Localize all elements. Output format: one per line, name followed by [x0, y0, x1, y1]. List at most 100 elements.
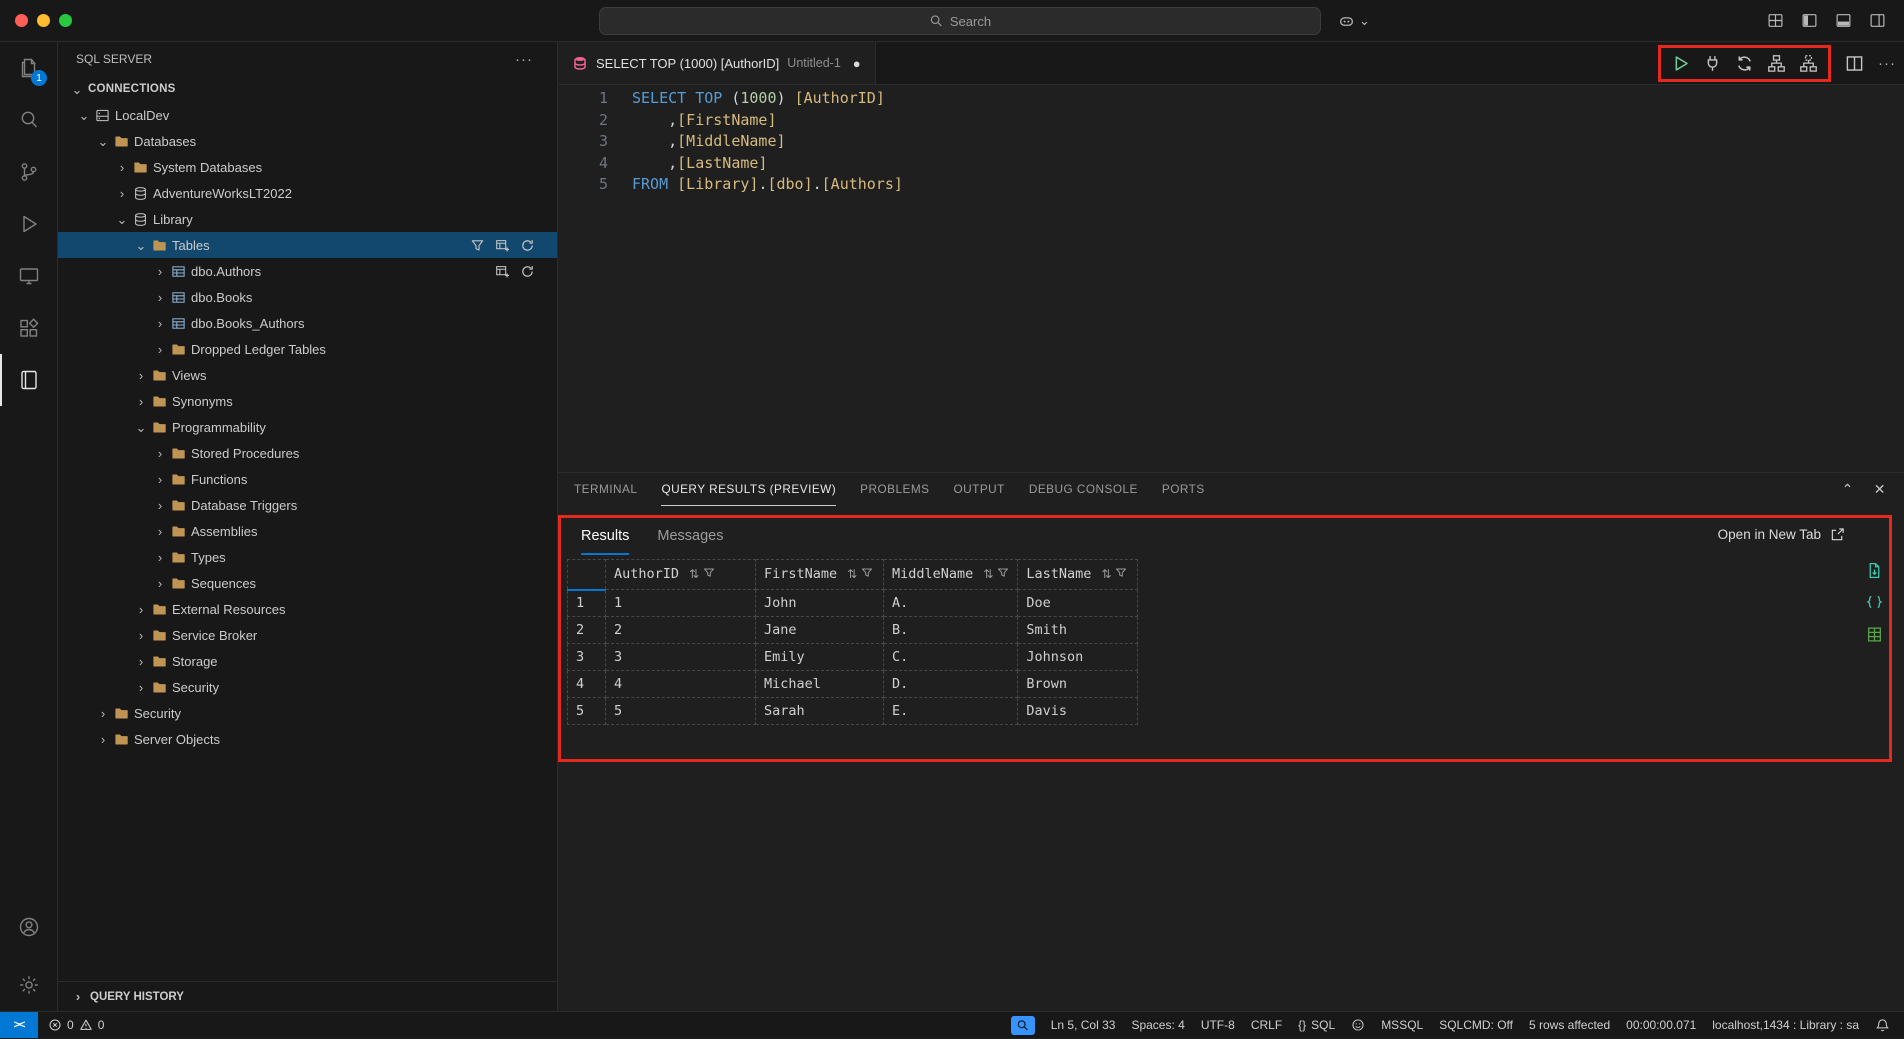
encoding-status[interactable]: UTF-8 — [1201, 1018, 1235, 1032]
result-cell[interactable]: Brown — [1018, 671, 1138, 698]
column-header-lastname[interactable]: LastName⇅ — [1018, 560, 1138, 590]
activity-explorer[interactable]: 1 — [0, 42, 57, 94]
filter-icon[interactable] — [997, 567, 1009, 583]
eol-status[interactable]: CRLF — [1251, 1018, 1282, 1032]
result-cell[interactable]: Sarah — [756, 698, 884, 725]
mssql-status[interactable]: MSSQL — [1381, 1018, 1423, 1032]
result-cell[interactable]: 2 — [606, 617, 756, 644]
chevron-right-icon[interactable]: › — [152, 291, 168, 304]
open-in-new-tab-button[interactable]: Open in New Tab — [1718, 527, 1845, 542]
magnifier-status-button[interactable] — [1011, 1016, 1035, 1035]
activity-settings[interactable] — [0, 959, 57, 1011]
toggle-sidebar-icon[interactable] — [1801, 12, 1818, 29]
chevron-right-icon[interactable]: › — [114, 187, 130, 200]
chevron-right-icon[interactable]: › — [152, 317, 168, 330]
tree-item-stored-procedures[interactable]: ›Stored Procedures — [58, 440, 557, 466]
chevron-right-icon[interactable]: › — [133, 629, 149, 642]
tree-item-localdev[interactable]: ⌄LocalDev — [58, 102, 557, 128]
result-cell[interactable]: Jane — [756, 617, 884, 644]
chevron-right-icon[interactable]: › — [95, 733, 111, 746]
chevron-down-icon[interactable]: ⌄ — [133, 239, 149, 252]
more-actions-icon[interactable]: ··· — [515, 51, 533, 68]
connections-section-header[interactable]: ⌄ CONNECTIONS — [58, 76, 557, 102]
result-cell[interactable]: 5 — [606, 698, 756, 725]
chevron-right-icon[interactable]: › — [152, 473, 168, 486]
result-row[interactable]: 11JohnA.Doe — [568, 590, 1138, 617]
connection-status[interactable]: localhost,1434 : Library : sa — [1712, 1018, 1859, 1032]
toggle-secondary-sidebar-icon[interactable] — [1869, 12, 1886, 29]
chevron-right-icon[interactable]: › — [152, 525, 168, 538]
tree-item-dropped-ledger-tables[interactable]: ›Dropped Ledger Tables — [58, 336, 557, 362]
column-header-middlename[interactable]: MiddleName⇅ — [884, 560, 1018, 590]
row-number-cell[interactable]: 3 — [568, 644, 606, 671]
copilot-button[interactable]: ⌄ — [1338, 12, 1370, 29]
activity-accounts[interactable] — [0, 901, 57, 953]
chevron-down-icon[interactable]: ⌄ — [95, 135, 111, 148]
save-as-json-button[interactable] — [1866, 594, 1883, 611]
tree-item-system-databases[interactable]: ›System Databases — [58, 154, 557, 180]
tree-item-server-objects[interactable]: ›Server Objects — [58, 726, 557, 752]
grid-corner-cell[interactable] — [568, 560, 606, 590]
split-editor-button[interactable] — [1845, 54, 1864, 73]
editor-tab-untitled-1[interactable]: SELECT TOP (1000) [AuthorID] Untitled-1 … — [558, 42, 876, 84]
remote-indicator[interactable]: >< — [0, 1012, 38, 1038]
actual-plan-button[interactable] — [1799, 54, 1818, 73]
result-cell[interactable]: E. — [884, 698, 1018, 725]
row-number-cell[interactable]: 5 — [568, 698, 606, 725]
result-cell[interactable]: 4 — [606, 671, 756, 698]
change-connection-button[interactable] — [1735, 54, 1754, 73]
refresh-icon[interactable] — [520, 264, 535, 279]
command-center-search[interactable]: Search — [599, 7, 1321, 35]
tree-item-dbo-authors[interactable]: ›dbo.Authors — [58, 258, 557, 284]
result-cell[interactable]: Davis — [1018, 698, 1138, 725]
result-cell[interactable]: Emily — [756, 644, 884, 671]
tree-item-types[interactable]: ›Types — [58, 544, 557, 570]
chevron-right-icon[interactable]: › — [152, 499, 168, 512]
chevron-right-icon[interactable]: › — [152, 343, 168, 356]
activity-sql-server[interactable] — [0, 354, 57, 406]
sort-icon[interactable]: ⇅ — [983, 567, 993, 581]
notifications-bell[interactable] — [1875, 1018, 1890, 1033]
tree-item-views[interactable]: ›Views — [58, 362, 557, 388]
tree-item-security[interactable]: ›Security — [58, 674, 557, 700]
chevron-down-icon[interactable]: ⌄ — [76, 109, 92, 122]
result-cell[interactable]: Smith — [1018, 617, 1138, 644]
activity-source-control[interactable] — [0, 146, 57, 198]
run-query-button[interactable] — [1671, 54, 1690, 73]
chevron-right-icon[interactable]: › — [95, 707, 111, 720]
chevron-right-icon[interactable]: › — [152, 577, 168, 590]
modified-dot-icon[interactable]: ● — [853, 56, 861, 71]
tree-item-tables[interactable]: ⌄Tables — [58, 232, 557, 258]
tree-item-assemblies[interactable]: ›Assemblies — [58, 518, 557, 544]
results-tab-messages[interactable]: Messages — [657, 518, 723, 555]
tree-item-dbo-books-authors[interactable]: ›dbo.Books_Authors — [58, 310, 557, 336]
row-number-cell[interactable]: 2 — [568, 617, 606, 644]
minimize-window-button[interactable] — [37, 14, 50, 27]
code-editor[interactable]: 12345 SELECT TOP (1000) [AuthorID] ,[Fir… — [558, 85, 1904, 472]
panel-tab-terminal[interactable]: TERMINAL — [574, 473, 637, 506]
language-mode-status[interactable]: {} SQL — [1298, 1018, 1335, 1032]
refresh-icon[interactable] — [520, 238, 535, 253]
result-cell[interactable]: D. — [884, 671, 1018, 698]
save-as-csv-button[interactable] — [1866, 562, 1883, 579]
filter-icon[interactable] — [1115, 567, 1127, 583]
result-row[interactable]: 55SarahE.Davis — [568, 698, 1138, 725]
tree-item-databases[interactable]: ⌄Databases — [58, 128, 557, 154]
tree-item-adventureworkslt2022[interactable]: ›AdventureWorksLT2022 — [58, 180, 557, 206]
filter-icon[interactable] — [470, 238, 485, 253]
chevron-right-icon[interactable]: › — [114, 161, 130, 174]
tree-item-sequences[interactable]: ›Sequences — [58, 570, 557, 596]
result-cell[interactable]: Johnson — [1018, 644, 1138, 671]
panel-tab-problems[interactable]: PROBLEMS — [860, 473, 929, 506]
tree-item-security[interactable]: ›Security — [58, 700, 557, 726]
result-cell[interactable]: C. — [884, 644, 1018, 671]
result-cell[interactable]: Michael — [756, 671, 884, 698]
tree-item-functions[interactable]: ›Functions — [58, 466, 557, 492]
table-plus-icon[interactable] — [495, 238, 510, 253]
cursor-position-status[interactable]: Ln 5, Col 33 — [1051, 1018, 1116, 1032]
row-number-cell[interactable]: 1 — [568, 590, 606, 617]
customize-layout-icon[interactable] — [1767, 12, 1784, 29]
maximize-window-button[interactable] — [59, 14, 72, 27]
panel-tab-output[interactable]: OUTPUT — [954, 473, 1005, 506]
tree-item-library[interactable]: ⌄Library — [58, 206, 557, 232]
